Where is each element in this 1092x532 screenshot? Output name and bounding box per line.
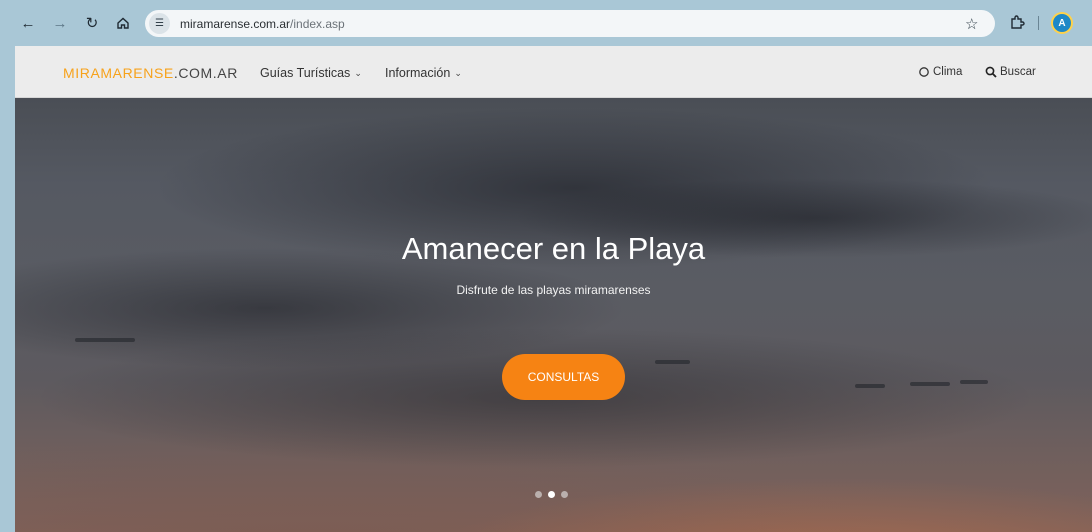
forward-icon[interactable]: → <box>50 13 70 33</box>
carousel-dot-3[interactable] <box>561 491 568 498</box>
page-viewport: MIRAMARENSE.COM.AR Guías Turísticas ⌄ In… <box>15 46 1092 532</box>
hero-carousel: Amanecer en la Playa Disfrute de las pla… <box>15 98 1092 532</box>
hero-subtitle: Disfrute de las playas miramarenses <box>456 283 651 297</box>
back-icon[interactable]: ← <box>18 13 38 33</box>
carousel-dot-2[interactable] <box>548 491 555 498</box>
nav-buscar[interactable]: Buscar <box>985 66 1036 78</box>
browser-toolbar: ← → ↻ ☰ miramarense.com.ar/index.asp ☆ A <box>0 0 1092 46</box>
consultas-button[interactable]: CONSULTAS <box>502 354 625 400</box>
cloud-streak <box>655 360 690 364</box>
profile-avatar[interactable]: A <box>1053 14 1071 32</box>
extensions-icon[interactable] <box>1009 14 1025 30</box>
search-icon <box>985 66 997 78</box>
chevron-down-icon: ⌄ <box>454 67 462 78</box>
nav-label: Buscar <box>1000 66 1036 78</box>
home-icon[interactable] <box>113 13 133 33</box>
site-info-icon[interactable]: ☰ <box>149 13 170 34</box>
menu-label: Guías Turísticas <box>260 66 351 80</box>
url-text: miramarense.com.ar/index.asp <box>180 16 345 31</box>
cloud-streak <box>910 382 950 386</box>
nav-clima[interactable]: Clima <box>918 66 962 78</box>
toolbar-divider <box>1038 16 1039 30</box>
cloud-streak <box>855 384 885 388</box>
carousel-dot-1[interactable] <box>535 491 542 498</box>
bookmark-star-icon[interactable]: ☆ <box>965 15 978 33</box>
site-navbar: MIRAMARENSE.COM.AR Guías Turísticas ⌄ In… <box>15 46 1092 98</box>
cloud-streak <box>960 380 988 384</box>
menu-guias-turisticas[interactable]: Guías Turísticas ⌄ <box>260 66 362 80</box>
menu-label: Información <box>385 66 451 80</box>
hero-title: Amanecer en la Playa <box>401 231 706 266</box>
reload-icon[interactable]: ↻ <box>82 13 102 33</box>
menu-informacion[interactable]: Información ⌄ <box>385 66 462 80</box>
nav-label: Clima <box>933 66 963 78</box>
cloud-streak <box>75 338 135 342</box>
chevron-down-icon: ⌄ <box>354 67 362 78</box>
address-bar[interactable]: ☰ miramarense.com.ar/index.asp <box>145 10 995 37</box>
carousel-indicators <box>535 491 568 498</box>
weather-icon <box>919 67 929 77</box>
site-logo[interactable]: MIRAMARENSE.COM.AR <box>63 65 238 81</box>
